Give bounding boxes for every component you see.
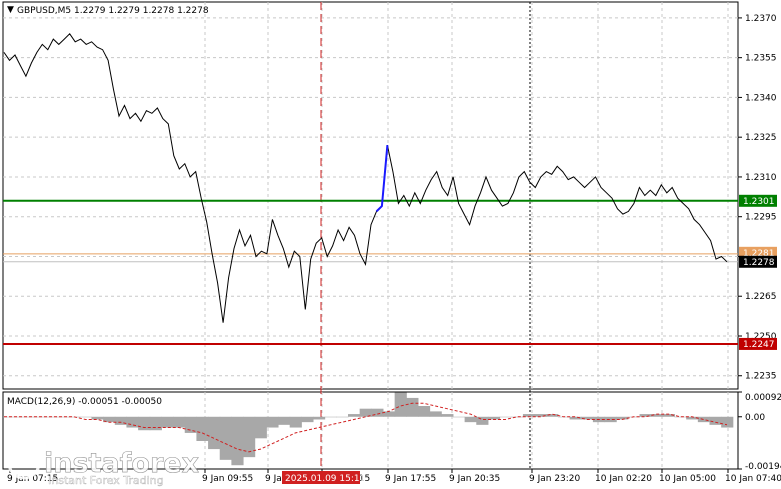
macd-histogram-bar	[126, 416, 139, 428]
y-tick-label: 1.2370	[745, 14, 777, 24]
main-panel	[2, 1, 739, 390]
macd-histogram-bar	[721, 416, 734, 428]
x-tick-label: 10 Jan 05:00	[659, 474, 716, 484]
y-tick-label: 1.2355	[745, 54, 777, 64]
macd-histogram-bar	[149, 416, 162, 431]
y-tick-label: 1.2295	[745, 213, 777, 223]
macd-histogram-bar	[196, 416, 209, 441]
y-tick-label: 1.2235	[745, 372, 777, 382]
macd-histogram-bar	[324, 416, 337, 418]
macd-histogram-bar	[266, 416, 279, 428]
macd-y-tick-label: 0.00	[745, 413, 765, 423]
macd-histogram-bar	[452, 416, 466, 418]
macd-histogram-bar	[417, 406, 431, 417]
x-tick-label: 9 Jan 17:55	[385, 474, 436, 484]
highlighted-time-label: 2025.01.09 15:10	[282, 471, 366, 484]
macd-histogram-bar	[499, 416, 512, 418]
macd-histogram-bar	[639, 414, 652, 417]
level-label-current: 1.2278	[739, 255, 777, 268]
macd-histogram-bar	[476, 416, 489, 425]
macd-histogram-bar	[289, 416, 302, 428]
macd-histogram-bar	[208, 416, 221, 450]
macd-histogram-bar	[138, 416, 151, 431]
macd-title: MACD(12,26,9) -0.00051 -0.00050	[7, 397, 162, 407]
highlighted-time-text: 2025.01.09 15:10	[285, 474, 366, 484]
macd-y-tick-label: -0.00194	[745, 462, 781, 472]
macd-histogram-bar	[441, 414, 454, 417]
macd-histogram-bar	[313, 416, 326, 420]
x-tick-label: 10 Jan 02:20	[595, 474, 652, 484]
level-label-red: 1.2247	[739, 337, 777, 350]
watermark-subtitle: Instant Forex Trading	[48, 474, 164, 487]
macd-histogram-bar	[219, 416, 232, 460]
level-label-text: 1.2278	[743, 258, 775, 268]
macd-histogram-bar	[254, 416, 267, 439]
y-tick-label: 1.2325	[745, 133, 777, 143]
macd-histogram-bar	[697, 416, 711, 423]
macd-histogram-bar	[184, 416, 197, 433]
y-tick-label: 1.2340	[745, 93, 777, 103]
macd-histogram-bar	[231, 416, 244, 466]
x-tick-label: 9 Jan 09:55	[202, 474, 253, 484]
macd-histogram-bar	[604, 416, 617, 423]
x-tick-label: 9 Jan 20:35	[449, 474, 500, 484]
macd-y-tick-label: 0.00092	[745, 393, 781, 403]
y-tick-label: 1.2265	[745, 292, 777, 302]
macd-histogram-bar	[278, 416, 291, 425]
macd-histogram-bar	[394, 392, 407, 417]
macd-histogram-bar	[173, 416, 186, 428]
macd-histogram-bar	[79, 416, 92, 418]
macd-y-axis: 0.00092 0.00 -0.00194	[738, 391, 781, 472]
macd-histogram-bar	[371, 408, 384, 417]
chart-title: GBPUSD,M5 1.2279 1.2279 1.2278 1.2278	[17, 6, 209, 16]
y-tick-label: 1.2310	[745, 173, 777, 183]
price-chart: 1.2370 1.2355 1.2340 1.2325 1.2310 1.2295 1.22…	[2, 1, 781, 487]
macd-histogram-bar	[336, 416, 349, 418]
instaforex-logo-dot	[20, 459, 28, 467]
macd-histogram-bar	[161, 416, 174, 428]
level-label-green: 1.2301	[739, 194, 777, 207]
x-tick-label: 10 Jan 07:40	[725, 474, 781, 484]
macd-histogram-bar	[511, 416, 524, 418]
level-label-text: 1.2247	[743, 340, 775, 350]
macd-histogram-bar	[406, 397, 419, 417]
macd-histogram-bar	[464, 416, 477, 423]
chart-title-arrow[interactable]: ▼	[7, 5, 14, 15]
macd-histogram-bar	[429, 411, 442, 417]
level-label-text: 1.2301	[743, 197, 775, 207]
macd-histogram-bar	[301, 416, 314, 423]
macd-histogram-bar	[91, 416, 104, 420]
macd-histogram-bar	[348, 414, 361, 417]
x-tick-label: 9 Jan 23:20	[529, 474, 581, 484]
macd-histogram-bar	[674, 416, 687, 418]
